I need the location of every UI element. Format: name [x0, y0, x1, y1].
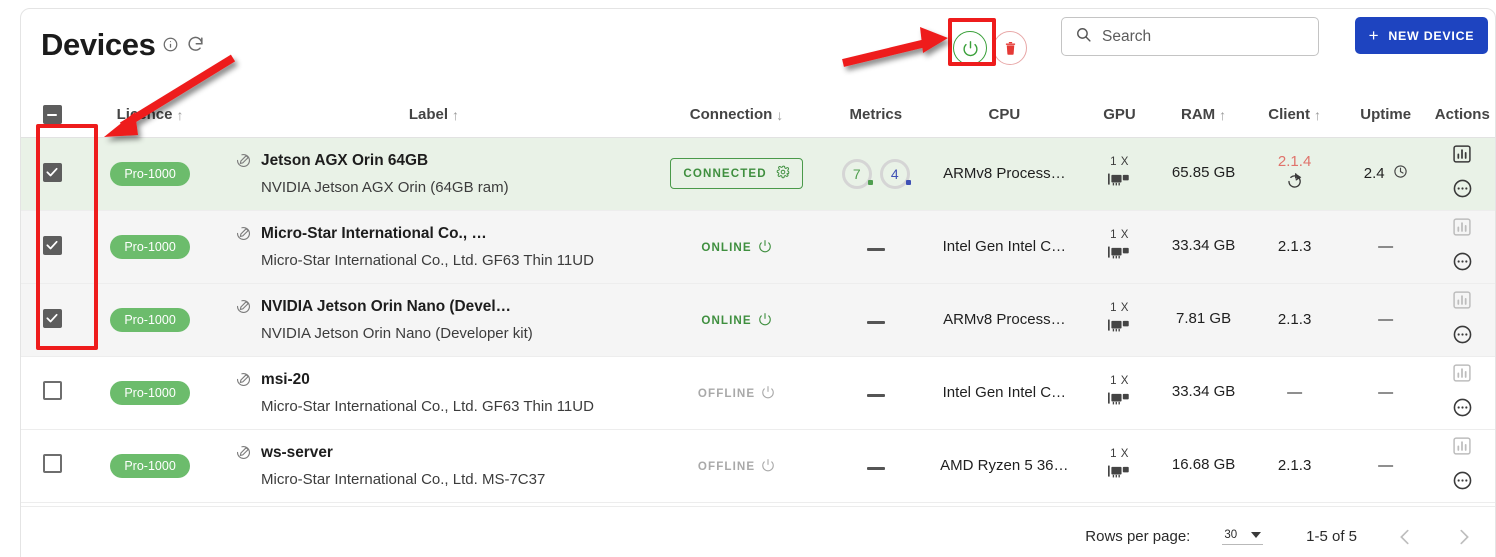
annotation-arrow-to-checkboxes — [104, 27, 948, 137]
devices-page: Devices Search + NEW DEVICE ↑ Label ↑ Co… — [0, 0, 1496, 557]
